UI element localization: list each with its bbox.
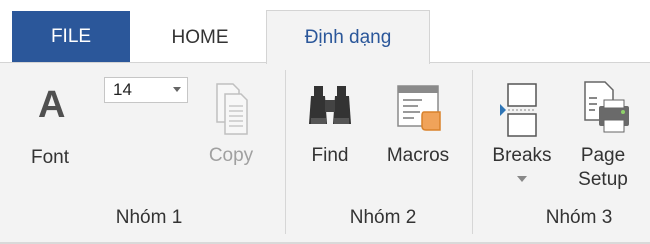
group-separator xyxy=(472,70,473,234)
font-button[interactable]: A Font xyxy=(22,78,78,172)
macros-icon xyxy=(397,85,441,131)
group-separator xyxy=(285,70,286,234)
find-button-label: Find xyxy=(311,145,349,166)
font-size-value: 14 xyxy=(113,80,132,99)
group-label-nhom-3: Nhóm 3 xyxy=(545,207,613,228)
tab-dinh-dang[interactable]: Định dạng xyxy=(266,10,430,64)
copy-button-label: Copy xyxy=(208,145,254,166)
font-button-label: Font xyxy=(30,147,70,168)
chevron-down-icon[interactable] xyxy=(517,176,527,182)
group-label-nhom-2: Nhóm 2 xyxy=(349,207,417,228)
breaks-button[interactable]: Breaks xyxy=(486,76,558,182)
font-size-combobox[interactable]: 14 xyxy=(104,77,188,103)
ribbon-tab-bar: FILE HOME Định dạng xyxy=(0,0,650,64)
tab-file[interactable]: FILE xyxy=(12,11,130,62)
page-setup-icon xyxy=(584,81,629,133)
breaks-button-label: Breaks xyxy=(492,145,552,166)
page-setup-button[interactable]: Page Setup xyxy=(568,76,638,194)
breaks-icon xyxy=(500,83,537,137)
copy-button[interactable]: Copy xyxy=(196,76,266,170)
page-setup-label-line2: Setup xyxy=(578,169,628,190)
macros-button[interactable]: Macros xyxy=(378,76,458,170)
tab-home[interactable]: HOME xyxy=(138,12,262,63)
group-label-nhom-1: Nhóm 1 xyxy=(115,207,183,228)
chevron-down-icon[interactable] xyxy=(173,87,181,92)
copy-icon xyxy=(216,83,248,135)
font-icon: A xyxy=(38,84,66,126)
macros-button-label: Macros xyxy=(386,145,450,166)
find-button[interactable]: Find xyxy=(300,78,360,170)
binoculars-icon xyxy=(309,86,351,124)
